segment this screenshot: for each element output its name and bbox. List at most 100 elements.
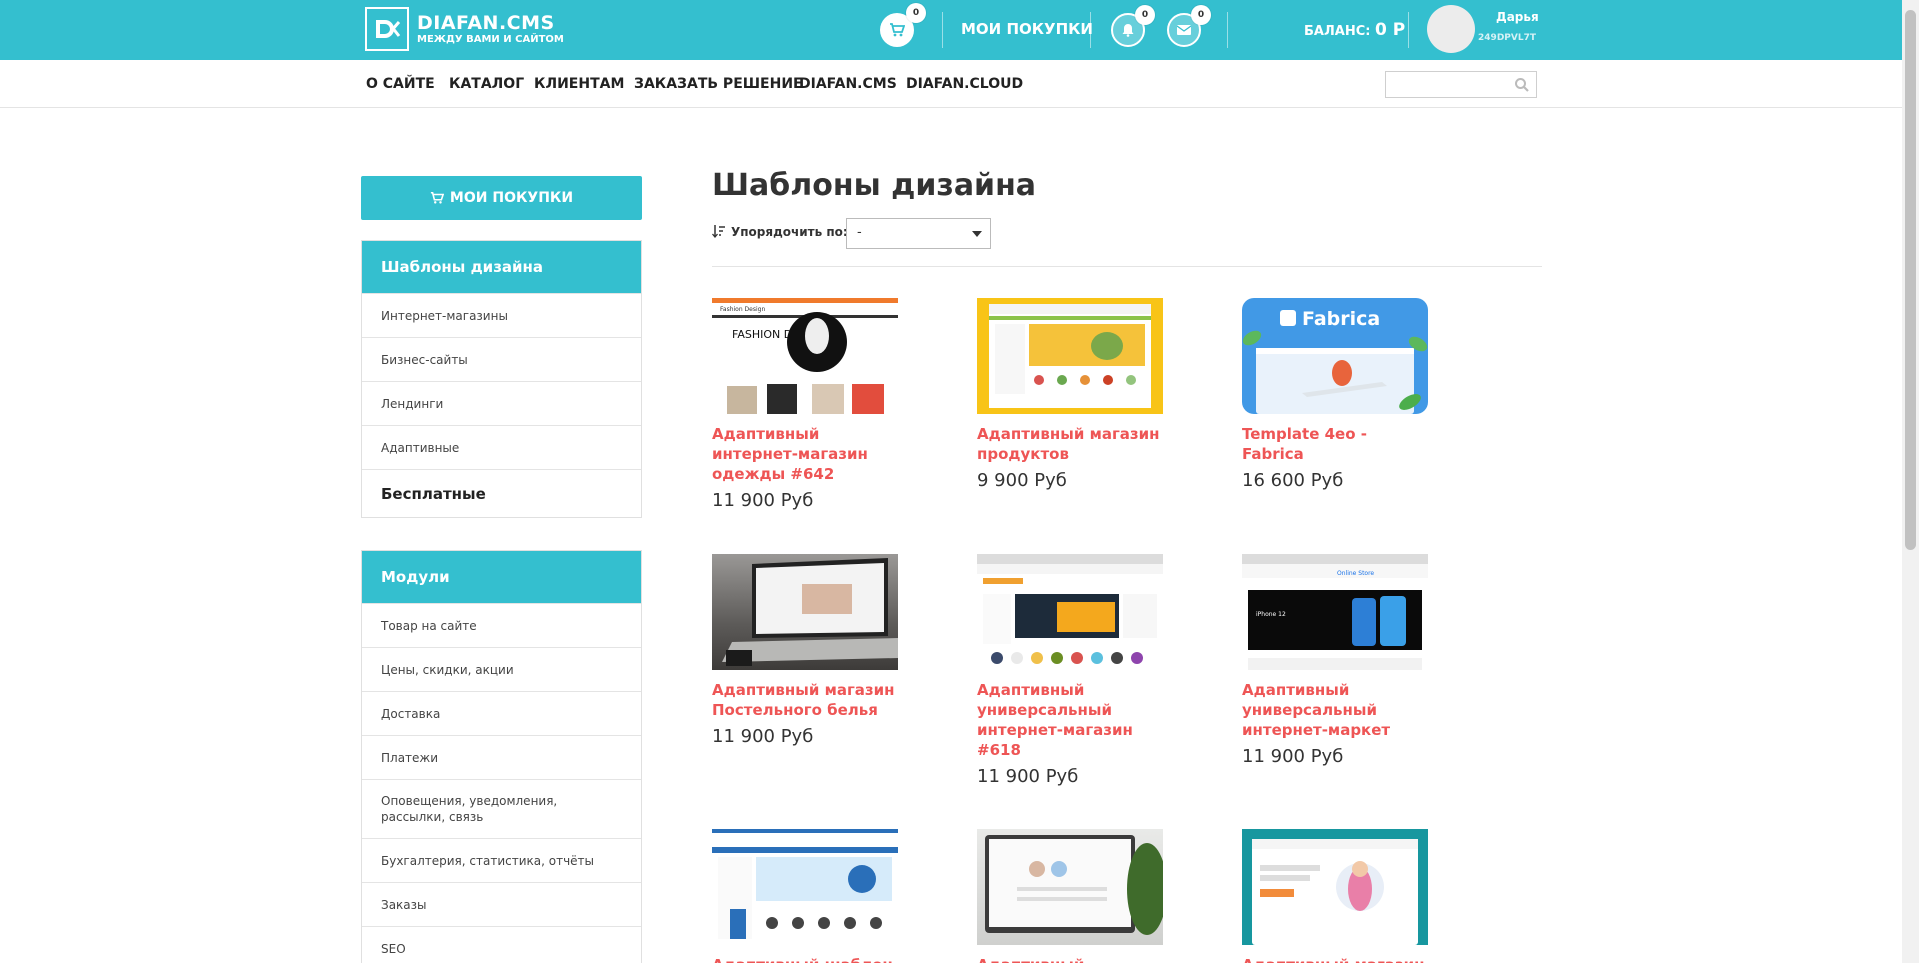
sidebar-item-business-sites[interactable]: Бизнес-сайты [362,337,641,381]
product-title[interactable]: Адаптивный [977,955,1167,963]
sort-icon [712,225,725,238]
product-image[interactable] [1242,829,1428,945]
nav-item-clients[interactable]: КЛИЕНТАМ [534,76,624,92]
sidebar-item-payments[interactable]: Платежи [362,735,641,779]
page-scrollbar[interactable] [1902,0,1919,963]
product-title[interactable]: Адаптивный магазин Постельного белья [712,680,902,720]
sort-label: Упорядочить по: [731,225,848,239]
logo-subtitle: МЕЖДУ ВАМИ И САЙТОМ [417,34,564,45]
balance-label: БАЛАНС: [1304,24,1371,39]
modules-menu: Модули Товар на сайте Цены, скидки, акци… [361,550,642,963]
product-price: 11 900 Руб [1242,746,1344,767]
product-title[interactable]: Адаптивный интернет-магазин одежды #642 [712,424,902,484]
cart-icon [890,23,905,37]
sidebar-item-seo[interactable]: SEO [362,926,641,963]
top-bar: DIAFAN.CMS МЕЖДУ ВАМИ И САЙТОМ 0 МОИ ПОК… [0,0,1902,60]
product-card[interactable]: Адаптивный магазин продуктов 9 900 Руб [977,298,1177,491]
product-price: 11 900 Руб [977,766,1079,787]
logo-text: DIAFAN.CMS МЕЖДУ ВАМИ И САЙТОМ [417,12,564,46]
notifications-button[interactable]: 0 [1111,5,1155,47]
balance[interactable]: БАЛАНС: 0 Р [1304,20,1405,40]
avatar[interactable] [1427,5,1475,53]
product-title[interactable]: Адаптивный универсальный интернет-магази… [977,680,1167,760]
product-price: 9 900 Руб [977,470,1067,491]
user-id: 249DPVL7T [1478,33,1536,43]
product-image[interactable]: Fashion Design FASHION DESIGN [712,298,898,414]
nav-item-diafan-cms[interactable]: DIAFAN.CMS [799,76,897,92]
divider [1408,12,1409,48]
product-image[interactable] [712,554,898,670]
user-name[interactable]: Дарья [1496,10,1539,24]
product-title[interactable]: Template 4eo - Fabrica [1242,424,1432,464]
envelope-icon [1177,25,1191,35]
sidebar-item-online-stores[interactable]: Интернет-магазины [362,293,641,337]
sidebar-item-prices[interactable]: Цены, скидки, акции [362,647,641,691]
page-title: Шаблоны дизайна [712,168,1037,203]
product-image[interactable] [977,829,1163,945]
product-card[interactable]: Адаптивный [977,829,1177,963]
main-nav: О САЙТЕ КАТАЛОГ КЛИЕНТАМ ЗАКАЗАТЬ РЕШЕНИ… [0,60,1902,108]
search-icon[interactable] [1514,77,1530,93]
product-card[interactable]: Адаптивный универсальный интернет-магази… [977,554,1177,787]
sidebar-item-free[interactable]: Бесплатные [362,469,641,517]
search-input[interactable] [1385,71,1537,98]
product-title[interactable]: Адаптивный универсальный интернет-маркет [1242,680,1432,740]
messages-button[interactable]: 0 [1167,5,1211,47]
sidebar-item-orders[interactable]: Заказы [362,882,641,926]
cart-icon [430,191,444,204]
product-card[interactable]: Fashion Design FASHION DESIGN Адаптивный… [712,298,912,511]
product-image[interactable] [977,298,1163,414]
product-price: 16 600 Руб [1242,470,1344,491]
logo-icon [365,7,409,51]
nav-item-about[interactable]: О САЙТЕ [366,76,435,92]
product-image[interactable]: Fabrica [1242,298,1428,414]
sidebar-item-notifications[interactable]: Оповещения, уведомления, рассылки, связь [362,779,641,838]
product-price: 11 900 Руб [712,490,814,511]
templates-menu: Шаблоны дизайна Интернет-магазины Бизнес… [361,240,642,518]
my-purchases-link[interactable]: МОИ ПОКУПКИ [961,20,1093,38]
product-image[interactable]: Online Store iPhone 12 [1242,554,1428,670]
product-card[interactable]: Адаптивный магазин [1242,829,1442,963]
fabrica-brand-text: Fabrica [1302,308,1380,330]
product-card[interactable]: Адаптивный магазин Постельного белья 11 … [712,554,912,747]
messages-badge: 0 [1191,5,1211,25]
sidebar-item-delivery[interactable]: Доставка [362,691,641,735]
templates-menu-title[interactable]: Шаблоны дизайна [362,241,641,293]
page: DIAFAN.CMS МЕЖДУ ВАМИ И САЙТОМ 0 МОИ ПОК… [0,0,1919,963]
scrollbar-thumb[interactable] [1905,10,1916,550]
sidebar-item-landings[interactable]: Лендинги [362,381,641,425]
cart-badge: 0 [906,3,926,23]
nav-item-order-solution[interactable]: ЗАКАЗАТЬ РЕШЕНИЕ [634,76,803,92]
my-purchases-button[interactable]: МОИ ПОКУПКИ [361,176,642,220]
bell-icon [1122,24,1134,37]
sidebar-item-accounting[interactable]: Бухгалтерия, статистика, отчёты [362,838,641,882]
product-image[interactable] [977,554,1163,670]
nav-item-diafan-cloud[interactable]: DIAFAN.CLOUD [906,76,1023,92]
cart-button[interactable]: 0 [880,3,926,47]
product-image[interactable] [712,829,898,945]
logo-title: DIAFAN.CMS [417,12,555,34]
product-title[interactable]: Адаптивный шаблон [712,955,902,963]
divider [1227,12,1228,48]
logo[interactable]: DIAFAN.CMS МЕЖДУ ВАМИ И САЙТОМ [365,7,564,51]
product-title[interactable]: Адаптивный магазин [1242,955,1432,963]
sidebar-item-adaptive[interactable]: Адаптивные [362,425,641,469]
nav-item-catalog[interactable]: КАТАЛОГ [449,76,524,92]
market-phone-text: iPhone 12 [1256,611,1286,618]
sort-select[interactable]: - [846,218,991,249]
product-title[interactable]: Адаптивный магазин продуктов [977,424,1167,464]
market-store-text: Online Store [1337,570,1374,577]
balance-value: 0 Р [1374,20,1406,40]
product-card[interactable]: Fabrica Template 4eo - Fabrica 16 600 Ру… [1242,298,1442,491]
sidebar-item-product[interactable]: Товар на сайте [362,603,641,647]
divider [942,12,943,48]
sort-select-value: - [857,225,862,240]
divider [712,266,1542,267]
divider [1090,12,1091,48]
product-card[interactable]: Адаптивный шаблон [712,829,912,963]
modules-menu-title[interactable]: Модули [362,551,641,603]
product-card[interactable]: Online Store iPhone 12 Адаптивный универ… [1242,554,1442,767]
product-price: 11 900 Руб [712,726,814,747]
chevron-down-icon [972,231,982,237]
notifications-badge: 0 [1135,5,1155,25]
